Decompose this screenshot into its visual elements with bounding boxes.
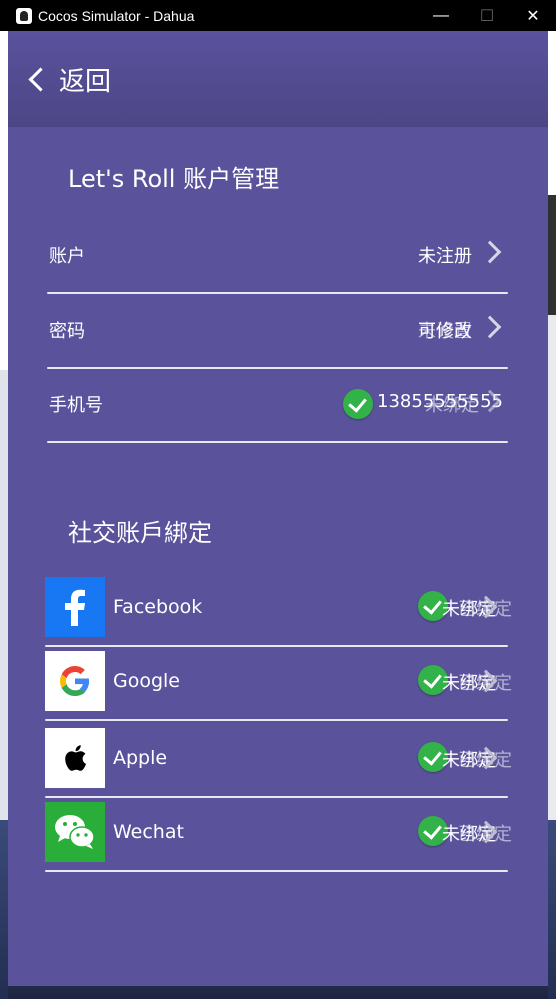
maximize-button[interactable]: ☐ (464, 0, 510, 31)
back-button[interactable]: 返回 (26, 61, 111, 98)
account-value: 未注册 (418, 246, 472, 267)
phone-row[interactable]: 手机号 13855555555 未绑定 (46, 369, 508, 443)
window-titlebar: Cocos Simulator - Dahua — ☐ ✕ (0, 0, 556, 31)
close-button[interactable]: ✕ (510, 0, 556, 31)
account-section-title: Let's Roll 账户管理 (68, 165, 280, 193)
social-row-facebook[interactable]: Facebook 未绑定 已绑定 (45, 577, 512, 647)
wechat-label: Wechat (113, 821, 184, 843)
background-window-right (548, 30, 556, 999)
chevron-right-icon (478, 315, 502, 339)
divider (45, 645, 508, 647)
minimize-button[interactable]: — (418, 0, 464, 31)
social-row-google[interactable]: Google 未绑定 已绑定 (45, 651, 512, 721)
password-row[interactable]: 密码 可修改 未设置 (46, 295, 508, 369)
phone-label: 手机号 (49, 395, 103, 416)
back-label: 返回 (59, 66, 112, 97)
wechat-icon (45, 802, 105, 862)
check-icon (343, 389, 373, 419)
window-title: Cocos Simulator - Dahua (38, 7, 195, 24)
google-label: Google (113, 670, 181, 692)
apple-icon (45, 728, 105, 788)
password-value: 可修改 未设置 (418, 317, 472, 343)
google-icon (45, 651, 105, 711)
apple-label: Apple (113, 747, 168, 769)
social-section-title: 社交账戶綁定 (68, 519, 212, 547)
social-row-apple[interactable]: Apple 未绑定 已绑定 (45, 728, 512, 798)
phone-status: 未绑定 (425, 395, 479, 416)
divider (47, 441, 508, 443)
social-row-wechat[interactable]: Wechat 未绑定 已绑定 (45, 802, 512, 872)
divider (45, 870, 508, 872)
password-value-b: 未设置 (418, 321, 472, 342)
facebook-icon (45, 577, 105, 637)
header-bar: 返回 (8, 31, 548, 127)
divider (45, 796, 508, 798)
account-row[interactable]: 账户 未注册 (46, 220, 508, 294)
background-window-left (0, 30, 8, 999)
divider (47, 292, 508, 294)
facebook-label: Facebook (113, 596, 203, 618)
simulator-screen: 返回 Let's Roll 账户管理 账户 未注册 密码 可修改 未设置 手机号… (8, 31, 548, 986)
chevron-right-icon (478, 240, 502, 264)
divider (45, 719, 508, 721)
app-icon (16, 7, 32, 24)
password-label: 密码 (49, 321, 85, 342)
chevron-left-icon (28, 66, 53, 92)
account-label: 账户 (49, 246, 85, 267)
